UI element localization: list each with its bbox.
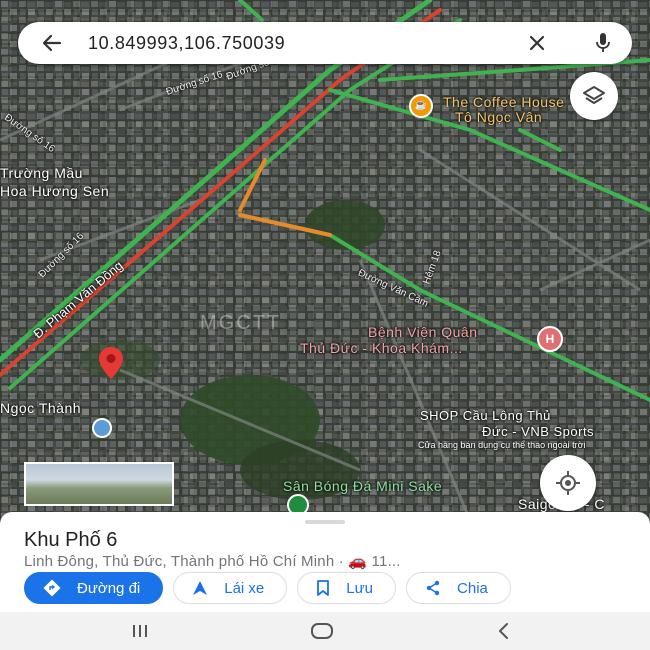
- search-bar[interactable]: 10.849993,106.750039: [18, 22, 632, 64]
- poi-shop-desc: Cửa hàng bán dụng cụ thể thao ngoài trời: [418, 440, 586, 450]
- drive-label: Lái xe: [224, 579, 265, 597]
- poi-shop-name-2[interactable]: Đức - VNB Sports: [482, 424, 594, 439]
- poi-coffee-pin[interactable]: ☕: [409, 94, 433, 118]
- home-button[interactable]: [302, 620, 342, 642]
- action-chips: Đường đi Lái xe Lưu Chia: [24, 572, 511, 604]
- poi-truong-name-2[interactable]: Hoa Hương Sen: [0, 183, 109, 199]
- back-nav-button[interactable]: [484, 620, 524, 642]
- poi-coffee-name-1[interactable]: The Coffee House: [443, 94, 564, 110]
- chevron-left-icon: [499, 623, 508, 639]
- my-location-icon: [556, 471, 580, 495]
- share-button[interactable]: Chia: [406, 572, 511, 604]
- poi-ngoc-thanh[interactable]: Ngọc Thành: [0, 400, 81, 416]
- place-title: Khu Phố 6: [24, 529, 118, 551]
- recent-apps-button[interactable]: [120, 620, 160, 642]
- close-icon: [529, 35, 545, 51]
- hospital-pin[interactable]: H: [537, 326, 563, 352]
- recent-apps-icon: [133, 625, 147, 637]
- poi-shop-name-1[interactable]: SHOP Cầu Lông Thủ: [420, 408, 551, 423]
- poi-hospital-name-2[interactable]: Thủ Đức - Khoa Khám...: [300, 340, 463, 356]
- poi-hospital-name-1[interactable]: Bệnh Viện Quân: [368, 324, 478, 340]
- poi-coffee-name-2[interactable]: Tô Ngọc Vân: [455, 109, 542, 125]
- layers-button[interactable]: [570, 72, 618, 120]
- sheet-drag-handle[interactable]: [305, 520, 345, 524]
- back-button[interactable]: [32, 22, 72, 64]
- arrow-left-icon: [42, 34, 62, 52]
- share-icon: [426, 580, 440, 596]
- directions-icon: [43, 579, 61, 597]
- directions-button[interactable]: Đường đi: [24, 572, 164, 604]
- poi-truong-name-1[interactable]: Trường Mầu: [0, 165, 83, 181]
- satellite-map[interactable]: Đường số 16 Đường số 16 Đường số 16 Đườn…: [0, 0, 650, 520]
- my-location-button[interactable]: [540, 455, 596, 511]
- clear-search-button[interactable]: [522, 22, 552, 64]
- system-nav-bar: [0, 612, 650, 650]
- hospital-icon: H: [545, 332, 555, 346]
- search-input[interactable]: 10.849993,106.750039: [88, 33, 522, 54]
- navigation-arrow-icon: [193, 581, 208, 595]
- home-icon: [311, 623, 333, 639]
- poi-san-bong[interactable]: Sân Bóng Đá Mini Sake: [283, 478, 442, 494]
- mic-icon: [596, 33, 610, 52]
- save-label: Lưu: [346, 579, 374, 597]
- drive-button[interactable]: Lái xe: [173, 572, 288, 604]
- poi-ngoc-thanh-pin[interactable]: [92, 418, 112, 438]
- place-bottom-sheet[interactable]: Khu Phố 6 Linh Đông, Thủ Đức, Thành phố …: [0, 512, 650, 612]
- place-subtitle: Linh Đông, Thủ Đức, Thành phố Hồ Chí Min…: [24, 553, 401, 570]
- street-view-thumbnail[interactable]: [24, 462, 174, 506]
- bookmark-icon: [317, 580, 330, 596]
- share-label: Chia: [457, 579, 488, 597]
- directions-label: Đường đi: [77, 579, 141, 597]
- save-button[interactable]: Lưu: [297, 572, 397, 604]
- layers-icon: [583, 86, 605, 104]
- watermark: MGCTT: [200, 312, 282, 334]
- voice-search-button[interactable]: [588, 22, 618, 64]
- coffee-icon: ☕: [414, 100, 428, 111]
- location-pin-icon[interactable]: [98, 346, 124, 380]
